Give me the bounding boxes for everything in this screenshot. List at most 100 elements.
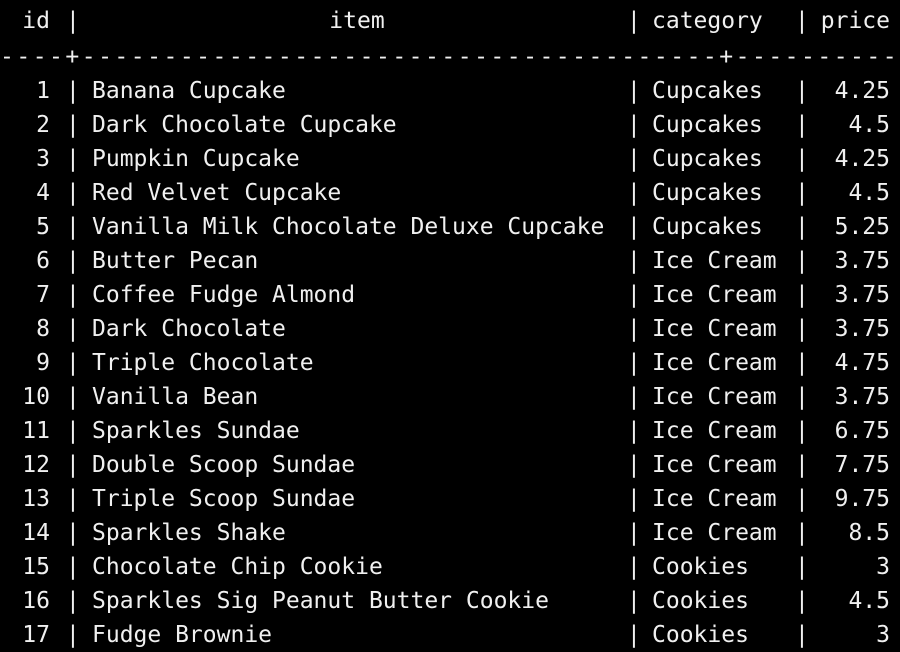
column-separator: | (795, 248, 809, 274)
column-separator: | (795, 282, 809, 308)
row-price: 4.5 (848, 112, 890, 138)
row-category: Ice Cream (652, 350, 777, 376)
table-row: 12 | Double Scoop Sundae | Ice Cream | 7.75 (0, 448, 900, 482)
row-price: 4.5 (848, 588, 890, 614)
column-separator: | (627, 384, 641, 410)
row-id: 5 (36, 214, 50, 240)
column-separator: | (66, 554, 80, 580)
column-separator: | (627, 214, 641, 240)
column-separator: | (795, 520, 809, 546)
column-separator: | (66, 418, 80, 444)
column-separator: | (627, 418, 641, 444)
row-category: Cookies (652, 554, 749, 580)
table-row: 14 | Sparkles Shake | Ice Cream | 8.5 (0, 516, 900, 550)
row-item: Coffee Fudge Almond (92, 282, 356, 308)
column-separator: | (627, 486, 641, 512)
row-id: 8 (36, 316, 50, 342)
column-separator: | (627, 554, 641, 580)
table-row: 5 | Vanilla Milk Chocolate Deluxe Cupcake |… (0, 210, 900, 244)
table-row: 1 | Banana Cupcake | Cupcakes | 4.25 (0, 74, 900, 108)
column-separator: | (66, 316, 80, 342)
column-separator: | (795, 112, 809, 138)
row-id: 17 (22, 622, 50, 648)
column-separator: | (66, 350, 80, 376)
row-id: 11 (22, 418, 50, 444)
column-separator: | (795, 486, 809, 512)
row-price: 9.75 (834, 486, 890, 512)
column-separator: | (66, 282, 80, 308)
row-item: Double Scoop Sundae (92, 452, 356, 478)
row-price: 7.75 (834, 452, 890, 478)
row-id: 2 (36, 112, 50, 138)
row-item: Pumpkin Cupcake (92, 146, 300, 172)
row-id: 13 (22, 486, 50, 512)
row-item: Chocolate Chip Cookie (92, 554, 383, 580)
table-row: 17 | Fudge Brownie | Cookies | 3 (0, 618, 900, 652)
table-row: 6 | Butter Pecan | Ice Cream | 3.75 (0, 244, 900, 278)
column-separator: | (66, 180, 80, 206)
row-category: Cookies (652, 588, 749, 614)
column-separator: | (627, 112, 641, 138)
table-divider: ----+-----------------------------------… (0, 40, 900, 74)
row-price: 3 (876, 622, 890, 648)
column-separator: | (795, 214, 809, 240)
table-row: 4 | Red Velvet Cupcake | Cupcakes | 4.5 (0, 176, 900, 210)
row-price: 4.25 (834, 146, 890, 172)
column-separator: | (627, 282, 641, 308)
table-row: 7 | Coffee Fudge Almond | Ice Cream | 3.75 (0, 278, 900, 312)
row-category: Ice Cream (652, 384, 777, 410)
row-category: Ice Cream (652, 418, 777, 444)
header-id: id (22, 8, 50, 34)
column-separator: | (66, 452, 80, 478)
column-separator: | (795, 452, 809, 478)
column-separator: | (66, 8, 80, 34)
row-category: Cupcakes (652, 180, 763, 206)
row-id: 10 (22, 384, 50, 410)
column-separator: | (627, 316, 641, 342)
row-item: Sparkles Sig Peanut Butter Cookie (92, 588, 549, 614)
row-price: 3.75 (834, 282, 890, 308)
column-separator: | (66, 214, 80, 240)
row-category: Cookies (652, 622, 749, 648)
table-row: 11 | Sparkles Sundae | Ice Cream | 6.75 (0, 414, 900, 448)
table-row: 3 | Pumpkin Cupcake | Cupcakes | 4.25 (0, 142, 900, 176)
divider-line: ----+-----------------------------------… (0, 44, 900, 70)
row-item: Sparkles Shake (92, 520, 286, 546)
column-separator: | (795, 622, 809, 648)
table-row: 10 | Vanilla Bean | Ice Cream | 3.75 (0, 380, 900, 414)
row-item: Butter Pecan (92, 248, 259, 274)
column-separator: | (627, 622, 641, 648)
row-category: Cupcakes (652, 112, 763, 138)
row-price: 6.75 (834, 418, 890, 444)
column-separator: | (795, 350, 809, 376)
column-separator: | (627, 146, 641, 172)
row-id: 9 (36, 350, 50, 376)
row-category: Ice Cream (652, 452, 777, 478)
row-price: 3 (876, 554, 890, 580)
row-category: Ice Cream (652, 486, 777, 512)
row-price: 3.75 (834, 248, 890, 274)
row-category: Cupcakes (652, 214, 763, 240)
row-category: Cupcakes (652, 78, 763, 104)
row-category: Ice Cream (652, 316, 777, 342)
row-item: Sparkles Sundae (92, 418, 300, 444)
column-separator: | (795, 418, 809, 444)
row-price: 4.75 (834, 350, 890, 376)
row-category: Ice Cream (652, 520, 777, 546)
row-price: 4.25 (834, 78, 890, 104)
row-price: 3.75 (834, 316, 890, 342)
row-item: Triple Chocolate (92, 350, 314, 376)
row-category: Ice Cream (652, 282, 777, 308)
header-item: item (329, 8, 385, 34)
table-row: 15 | Chocolate Chip Cookie | Cookies | 3 (0, 550, 900, 584)
column-separator: | (627, 452, 641, 478)
column-separator: | (627, 520, 641, 546)
row-id: 15 (22, 554, 50, 580)
row-id: 7 (36, 282, 50, 308)
table-row: 16 | Sparkles Sig Peanut Butter Cookie | Coo… (0, 584, 900, 618)
column-separator: | (627, 8, 641, 34)
column-separator: | (627, 350, 641, 376)
column-separator: | (627, 248, 641, 274)
column-separator: | (795, 180, 809, 206)
row-price: 5.25 (834, 214, 890, 240)
